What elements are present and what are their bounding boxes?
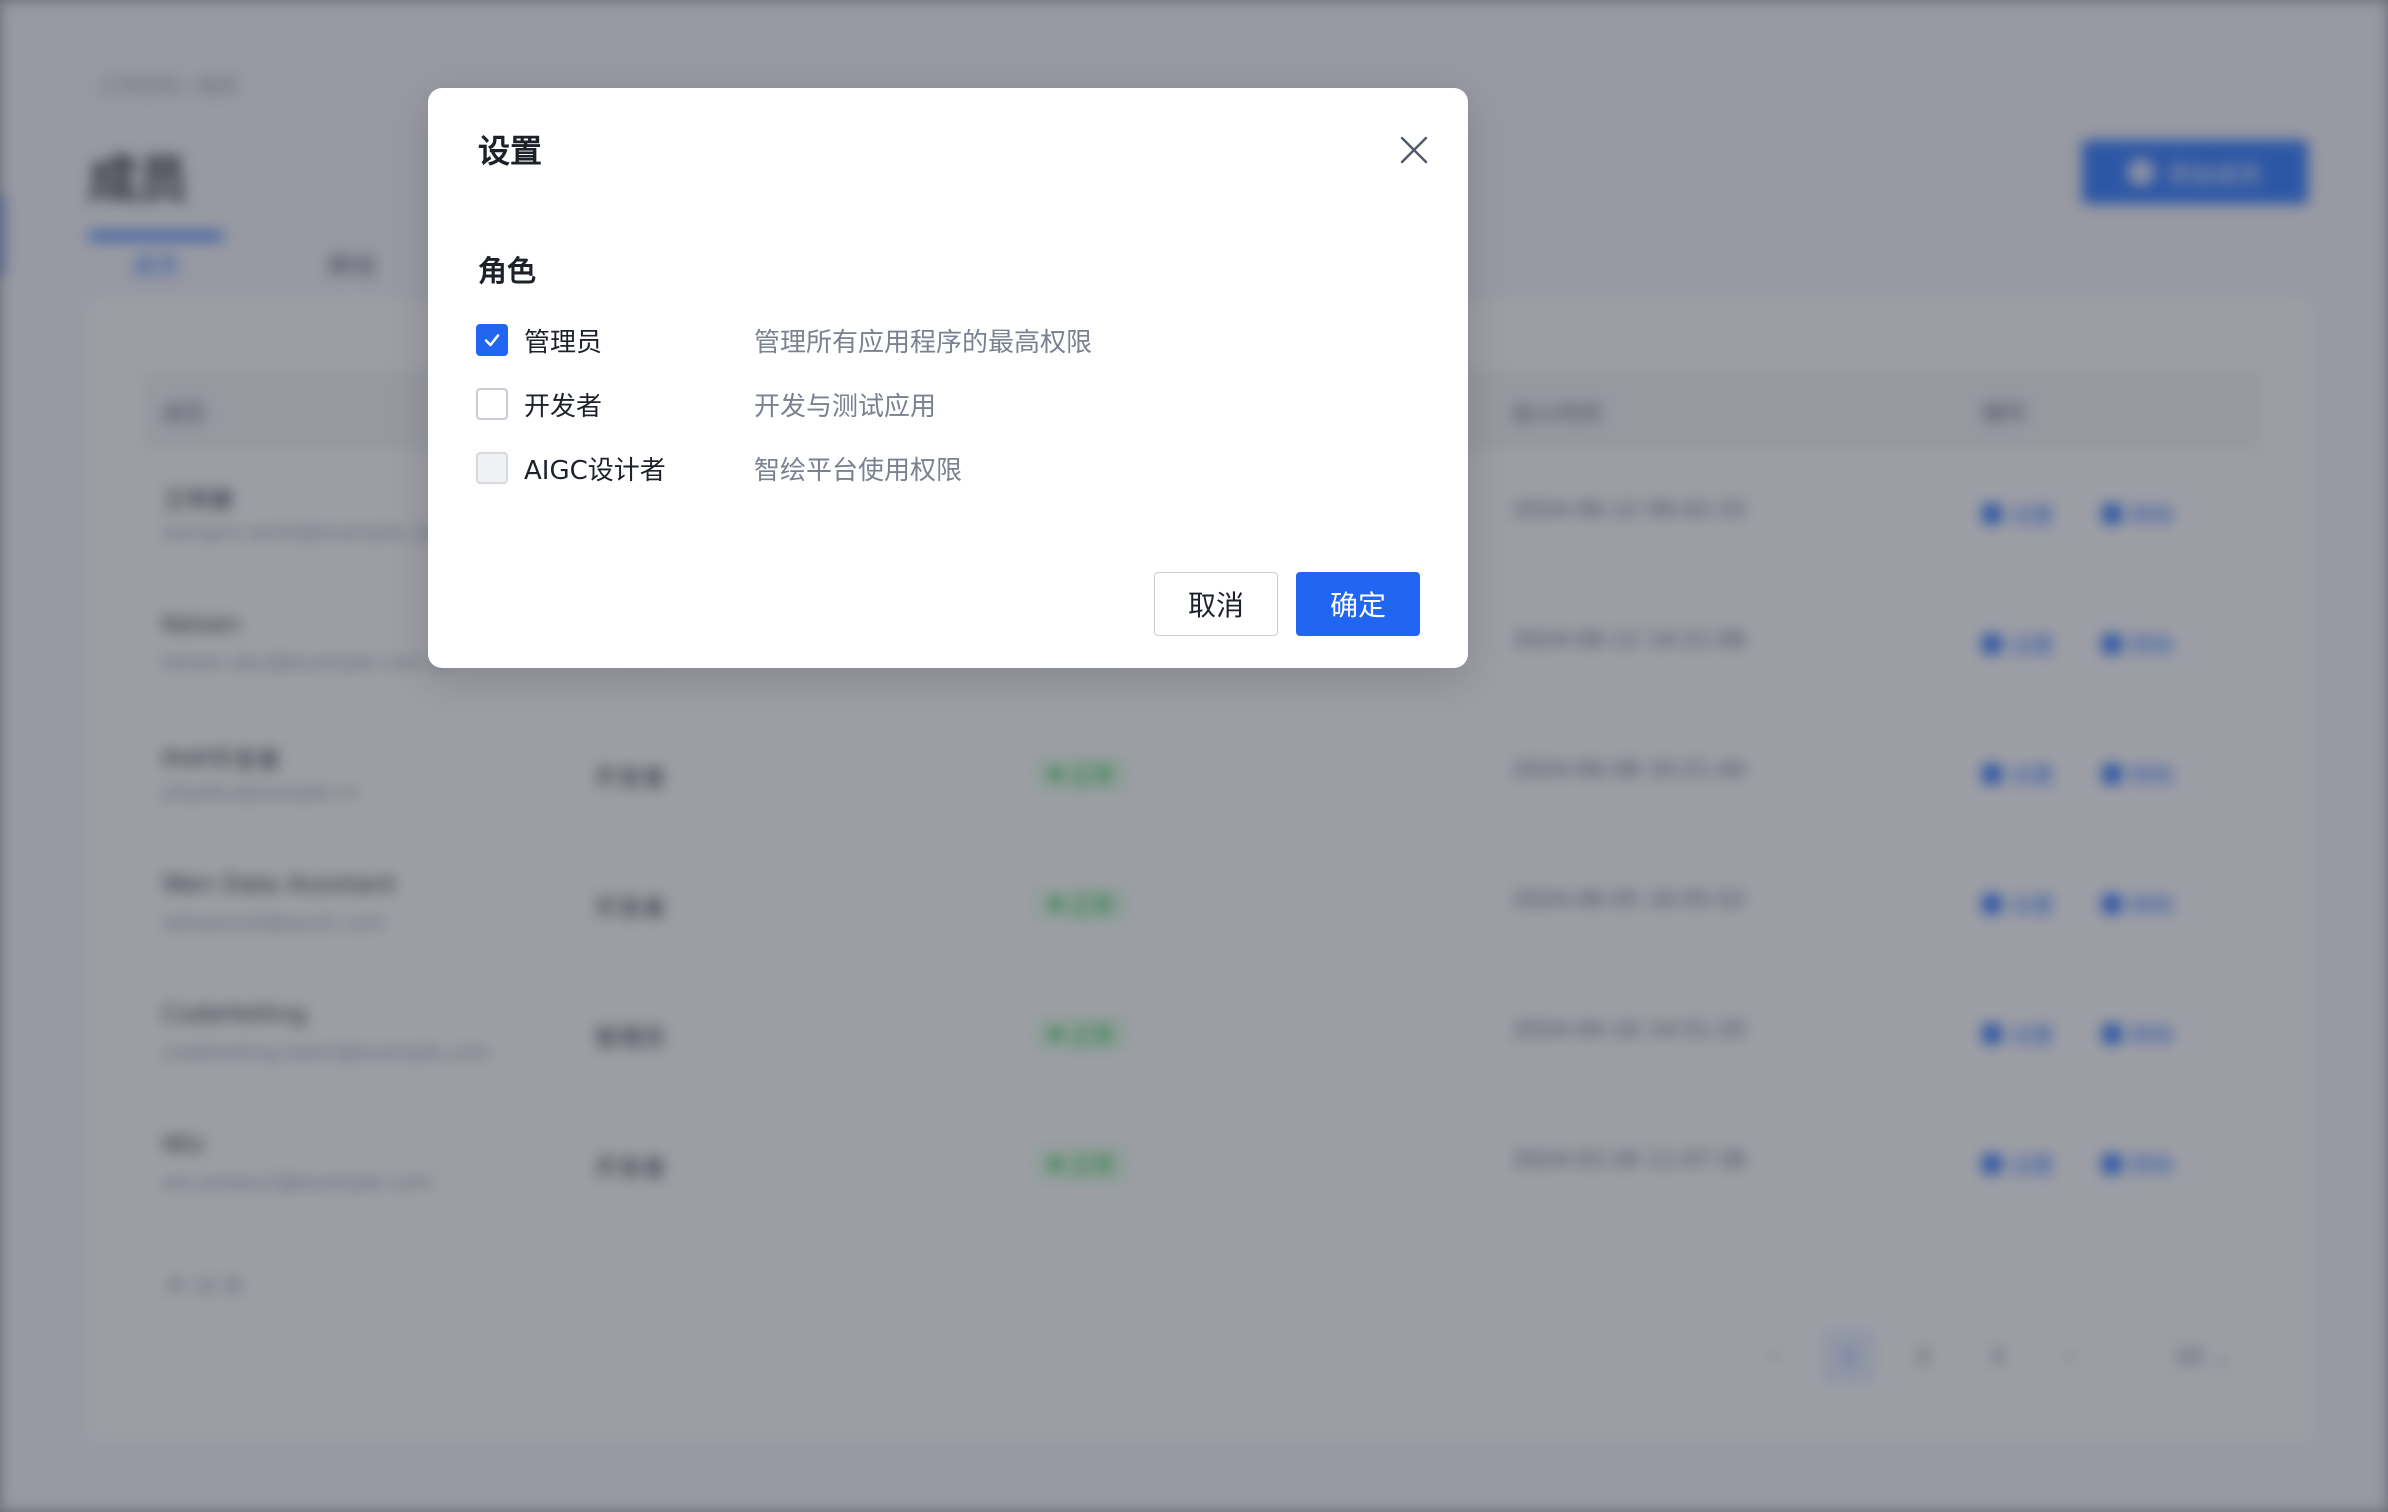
confirm-button[interactable]: 确定: [1296, 572, 1420, 636]
aigc-designer-checkbox[interactable]: [476, 452, 508, 484]
role-label: AIGC设计者: [524, 455, 666, 486]
admin-checkbox[interactable]: [476, 324, 508, 356]
role-option-admin[interactable]: 管理员 管理所有应用程序的最高权限: [476, 320, 1376, 360]
dialog-title: 设置: [478, 132, 543, 170]
role-description: 智绘平台使用权限: [754, 455, 963, 486]
role-description: 开发与测试应用: [754, 391, 937, 422]
role-option-developer[interactable]: 开发者 开发与测试应用: [476, 384, 1376, 424]
role-section-label: 角色: [478, 254, 537, 288]
role-label[interactable]: 管理员: [524, 322, 754, 359]
developer-checkbox[interactable]: [476, 388, 508, 420]
role-option-aigc-designer: AIGC设计者 智绘平台使用权限: [476, 448, 1376, 488]
cancel-button[interactable]: 取消: [1154, 572, 1278, 636]
role-label[interactable]: 开发者: [524, 386, 754, 423]
close-icon: [1400, 136, 1428, 164]
checkmark-icon: [484, 334, 500, 347]
close-button[interactable]: [1394, 130, 1434, 170]
role-description: 管理所有应用程序的最高权限: [754, 327, 1093, 358]
settings-dialog: 设置 角色 管理员 管理所有应用程序的最高权限 开发者 开发与测试应用 AIGC…: [428, 88, 1468, 668]
